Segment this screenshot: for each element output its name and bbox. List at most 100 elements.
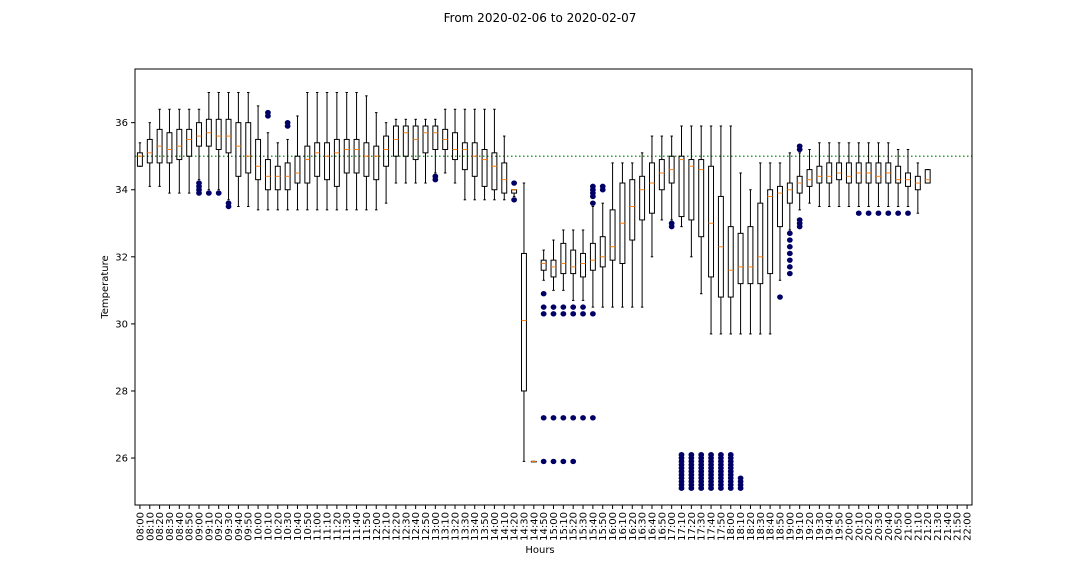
outlier-point xyxy=(284,123,291,129)
box-09:20 xyxy=(215,91,222,196)
box-11:30 xyxy=(343,91,350,211)
box-14:30 xyxy=(520,182,527,462)
box-iqr xyxy=(511,189,518,194)
outlier-point xyxy=(540,311,547,317)
outlier-point xyxy=(727,485,734,491)
box-09:40 xyxy=(235,91,242,208)
outlier-point xyxy=(580,415,586,421)
box-iqr xyxy=(481,148,488,187)
box-iqr xyxy=(363,142,370,177)
box-08:50 xyxy=(186,108,193,194)
box-20:10 xyxy=(855,142,862,216)
outlier-point xyxy=(589,200,596,206)
outlier-point xyxy=(905,210,911,216)
box-iqr xyxy=(491,152,498,191)
outlier-point xyxy=(786,270,793,277)
outlier-point xyxy=(540,415,547,421)
box-19:00 xyxy=(786,152,793,277)
box-iqr xyxy=(314,142,321,177)
outlier-point xyxy=(786,244,793,250)
box-08:40 xyxy=(176,108,183,194)
x-axis: 08:0008:1008:2008:3008:4008:5009:0009:10… xyxy=(135,505,974,541)
outlier-point xyxy=(540,304,547,310)
box-iqr xyxy=(786,182,793,204)
box-iqr xyxy=(658,159,665,191)
box-iqr xyxy=(520,252,527,392)
box-17:30 xyxy=(698,125,705,491)
box-13:10 xyxy=(442,108,449,174)
outlier-point xyxy=(786,264,793,270)
box-14:40 xyxy=(530,460,537,463)
outlier-point xyxy=(786,250,793,257)
box-iqr xyxy=(501,162,508,194)
box-iqr xyxy=(146,138,153,164)
box-iqr xyxy=(383,135,390,167)
outlier-point xyxy=(777,294,783,300)
outlier-point xyxy=(698,485,705,491)
box-19:30 xyxy=(816,142,823,208)
box-iqr xyxy=(245,122,252,174)
box-iqr xyxy=(609,209,616,261)
box-10:00 xyxy=(255,105,262,211)
box-iqr xyxy=(816,165,823,184)
box-18:40 xyxy=(767,162,774,335)
outlier-point xyxy=(560,458,567,465)
box-11:10 xyxy=(324,91,330,211)
box-iqr xyxy=(274,165,281,191)
box-18:30 xyxy=(757,162,764,335)
box-13:40 xyxy=(471,108,478,201)
box-17:10 xyxy=(678,125,685,491)
box-21:20 xyxy=(924,169,931,184)
box-08:00 xyxy=(136,142,143,167)
outlier-point xyxy=(550,458,557,465)
box-iqr xyxy=(580,252,587,278)
box-iqr xyxy=(589,242,596,271)
outlier-point xyxy=(540,291,547,297)
outlier-point xyxy=(550,415,557,421)
box-iqr xyxy=(412,125,419,161)
box-16:30 xyxy=(639,152,646,308)
outlier-point xyxy=(215,190,222,196)
outlier-point xyxy=(570,311,577,317)
outlier-point xyxy=(786,257,793,263)
outlier-point xyxy=(432,176,439,183)
outlier-point xyxy=(511,197,518,203)
outlier-point xyxy=(708,485,714,491)
box-18:10 xyxy=(737,172,744,491)
outlier-point xyxy=(599,187,606,193)
box-16:10 xyxy=(619,162,626,308)
outlier-point xyxy=(796,223,803,230)
box-09:10 xyxy=(205,91,212,196)
box-10:50 xyxy=(304,91,311,211)
box-iqr xyxy=(422,125,429,154)
box-20:20 xyxy=(865,142,872,216)
box-15:30 xyxy=(580,229,587,421)
outlier-point xyxy=(570,458,577,465)
box-iqr xyxy=(708,165,715,278)
box-19:40 xyxy=(826,142,833,208)
outlier-point xyxy=(718,485,724,491)
y-axis-label: Temperature xyxy=(100,255,111,319)
box-20:00 xyxy=(845,142,852,208)
box-iqr xyxy=(639,175,646,221)
box-iqr xyxy=(294,155,301,184)
outlier-point xyxy=(540,458,547,465)
box-iqr xyxy=(215,118,222,150)
box-iqr xyxy=(845,162,852,184)
box-12:50 xyxy=(422,118,429,184)
box-18:20 xyxy=(747,189,754,335)
outlier-point xyxy=(265,113,271,119)
box-iqr xyxy=(471,142,478,177)
box-iqr xyxy=(698,159,705,238)
y-tick-label: 30 xyxy=(115,319,128,330)
x-tick-label: 22:00 xyxy=(963,512,974,541)
box-iqr xyxy=(649,162,655,214)
outlier-point xyxy=(589,193,596,200)
box-iqr xyxy=(895,165,902,184)
box-13:20 xyxy=(452,108,458,184)
box-iqr xyxy=(373,145,380,181)
outlier-point xyxy=(678,485,685,491)
outlier-point xyxy=(786,230,793,237)
box-09:00 xyxy=(196,108,202,196)
box-10:30 xyxy=(284,119,291,211)
